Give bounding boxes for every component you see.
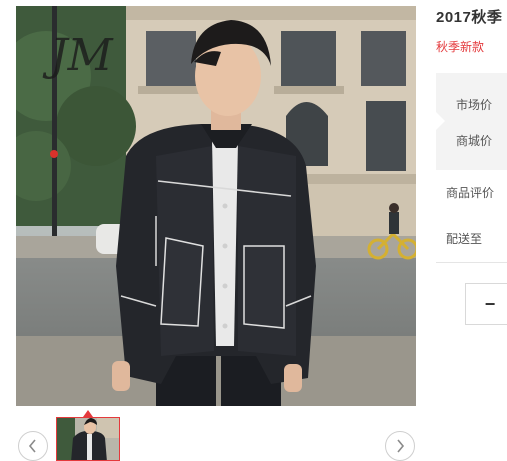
chevron-left-icon [28, 439, 36, 453]
mall-price-label: 商城价 [456, 134, 493, 148]
thumbnail-photo [57, 418, 119, 460]
thumbnail-1[interactable] [56, 417, 120, 461]
quantity-decrease-button[interactable]: − [465, 283, 507, 325]
minus-icon: − [484, 294, 496, 314]
brand-watermark: JM [42, 30, 114, 81]
product-main-image[interactable]: JM [16, 6, 416, 406]
product-title: 2017秋季 [436, 9, 503, 26]
product-subtitle: 秋季新款 [436, 40, 485, 54]
price-panel-notch [436, 112, 445, 130]
prev-image-button[interactable] [18, 431, 48, 461]
selected-thumb-indicator [83, 410, 93, 417]
reviews-label[interactable]: 商品评价 [446, 184, 494, 201]
section-divider [436, 262, 507, 263]
price-panel [436, 73, 507, 170]
chevron-right-icon [397, 439, 405, 453]
next-image-button[interactable] [385, 431, 415, 461]
market-price-label: 市场价 [456, 98, 493, 112]
thumbnail-strip [16, 410, 416, 461]
product-photo: JM [16, 6, 416, 406]
delivery-label: 配送至 [446, 232, 483, 246]
